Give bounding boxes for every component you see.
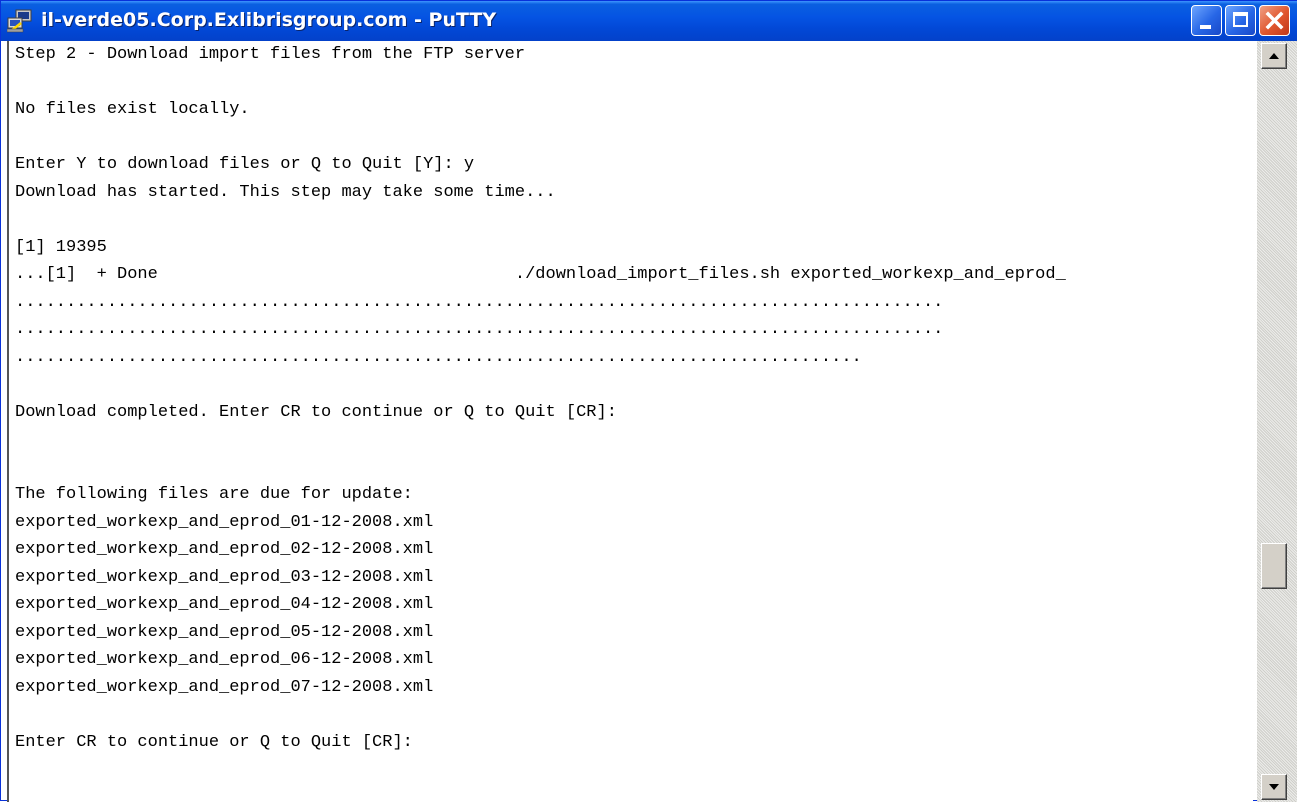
- terminal-line: exported_workexp_and_eprod_07-12-2008.xm…: [15, 677, 434, 697]
- close-button[interactable]: [1259, 5, 1290, 36]
- terminal-line: Enter Y to download files or Q to Quit […: [15, 155, 475, 174]
- terminal-line: The following files are due for update:: [15, 485, 413, 504]
- terminal-line: No files exist locally.: [15, 100, 250, 119]
- scroll-up-button[interactable]: [1261, 43, 1287, 69]
- terminal-output: Step 2 - Download import files from the …: [15, 41, 1066, 756]
- terminal-line: [1] 19395: [15, 237, 107, 257]
- terminal-line: exported_workexp_and_eprod_05-12-2008.xm…: [15, 622, 434, 642]
- terminal-line: ...[1] + Done ./download_import_files.sh…: [15, 265, 1066, 284]
- scroll-up-arrow-icon: [1269, 53, 1279, 59]
- vertical-scrollbar[interactable]: [1257, 41, 1297, 802]
- terminal-line: ........................................…: [15, 292, 944, 312]
- close-icon: [1265, 11, 1284, 30]
- putty-window: il-verde05.Corp.Exlibrisgroup.com - PuTT…: [0, 0, 1297, 802]
- terminal-line: Step 2 - Download import files from the …: [15, 45, 526, 64]
- maximize-button[interactable]: [1225, 5, 1256, 36]
- terminal-line: Download has started. This step may take…: [15, 182, 556, 202]
- putty-computer-icon[interactable]: [6, 9, 33, 33]
- scroll-down-button[interactable]: [1261, 774, 1287, 800]
- terminal-line: exported_workexp_and_eprod_04-12-2008.xm…: [15, 595, 434, 614]
- minimize-button[interactable]: [1191, 5, 1222, 36]
- terminal-line: exported_workexp_and_eprod_01-12-2008.xm…: [15, 512, 434, 532]
- terminal-line: Download completed. Enter CR to continue…: [15, 402, 617, 422]
- terminal-line: ........................................…: [15, 320, 944, 339]
- terminal-line: Enter CR to continue or Q to Quit [CR]:: [15, 732, 413, 752]
- terminal-line: exported_workexp_and_eprod_03-12-2008.xm…: [15, 567, 434, 587]
- scrollbar-thumb[interactable]: [1261, 543, 1287, 589]
- terminal-line: exported_workexp_and_eprod_06-12-2008.xm…: [15, 650, 434, 669]
- window-title: il-verde05.Corp.Exlibrisgroup.com - PuTT…: [41, 9, 497, 31]
- terminal-line: ........................................…: [15, 347, 862, 367]
- terminal-line: exported_workexp_and_eprod_02-12-2008.xm…: [15, 540, 434, 559]
- title-bar[interactable]: il-verde05.Corp.Exlibrisgroup.com - PuTT…: [1, 1, 1297, 41]
- maximize-icon: [1233, 12, 1248, 27]
- minimize-icon: [1200, 25, 1211, 29]
- scroll-down-arrow-icon: [1269, 784, 1279, 790]
